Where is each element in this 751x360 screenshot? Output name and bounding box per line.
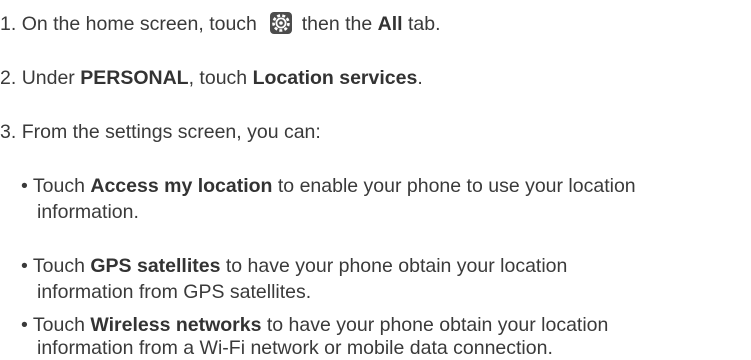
all-tab-label: All xyxy=(377,13,403,35)
bullet-continuation: information. xyxy=(37,201,139,223)
step-number: 2. xyxy=(0,67,17,89)
bullet-wireless-networks: • Touch Wireless networks to have your p… xyxy=(21,314,608,336)
bullet-mark: • xyxy=(21,175,28,197)
step-text: Under xyxy=(21,67,75,89)
bullet-text: Touch xyxy=(32,175,85,197)
step-text: . xyxy=(417,67,423,89)
gps-satellites-label: GPS satellites xyxy=(90,255,221,277)
access-my-location-label: Access my location xyxy=(90,175,273,197)
bullet-mark: • xyxy=(21,255,28,277)
bullet-text: to have your phone obtain your location xyxy=(225,255,568,277)
instructions-document: 1. On the home screen, touch then the Al… xyxy=(0,0,751,360)
bullet-text: information. xyxy=(37,201,139,223)
bullet-text: Touch xyxy=(32,314,85,336)
location-services-label: Location services xyxy=(252,67,418,89)
bullet-mark: • xyxy=(21,314,28,336)
bullet-text: information from GPS satellites. xyxy=(37,281,312,303)
step-text: , touch xyxy=(188,67,248,89)
step-number: 3. xyxy=(0,121,17,143)
bullet-text: to have your phone obtain your location xyxy=(266,314,609,336)
bullet-continuation: information from GPS satellites. xyxy=(37,281,311,303)
bullet-continuation: information from a Wi-Fi network or mobi… xyxy=(37,337,553,359)
settings-gear-icon xyxy=(270,12,293,34)
bullet-access-my-location: • Touch Access my location to enable you… xyxy=(21,175,636,197)
step-text: From the settings screen, you can: xyxy=(21,121,321,143)
bullet-text: to enable your phone to use your locatio… xyxy=(277,175,636,197)
wireless-networks-label: Wireless networks xyxy=(90,314,262,336)
step-text: then the xyxy=(301,13,373,35)
step-number: 1. xyxy=(0,13,17,35)
step-text: tab. xyxy=(408,13,441,35)
step-text: On the home screen, touch xyxy=(21,13,257,35)
step-1: 1. On the home screen, touch then the Al… xyxy=(0,12,441,35)
bullet-text: information from a Wi-Fi network or mobi… xyxy=(37,337,553,359)
bullet-text: Touch xyxy=(32,255,85,277)
bullet-gps-satellites: • Touch GPS satellites to have your phon… xyxy=(21,255,567,277)
personal-label: PERSONAL xyxy=(80,67,189,89)
step-3: 3. From the settings screen, you can: xyxy=(0,121,321,143)
step-2: 2. Under PERSONAL, touch Location servic… xyxy=(0,67,423,89)
